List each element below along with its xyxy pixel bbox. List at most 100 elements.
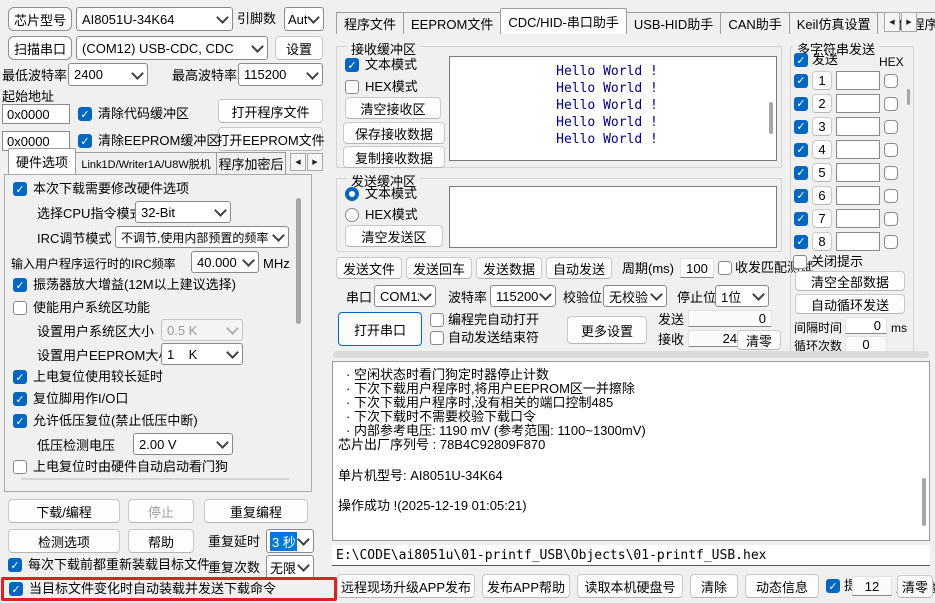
auto-terminator-checkbox[interactable] bbox=[430, 331, 444, 345]
clear-eeprom-checkbox[interactable] bbox=[78, 134, 92, 148]
repeat-count-select[interactable]: 无限 bbox=[266, 555, 314, 579]
multi-row-send-button[interactable]: 6 bbox=[812, 186, 832, 205]
sys-enable-checkbox[interactable] bbox=[13, 301, 27, 315]
modify-hw-checkbox[interactable] bbox=[13, 182, 27, 196]
stop-bits-select[interactable]: 1位 bbox=[715, 285, 769, 307]
cpu-mode-select[interactable]: 32-Bit bbox=[135, 201, 231, 223]
long-delay-checkbox[interactable] bbox=[13, 370, 27, 384]
multi-row-send-button[interactable]: 8 bbox=[812, 232, 832, 251]
tab-keil-sim[interactable]: Keil仿真设置 bbox=[789, 12, 879, 34]
tab-hardware-options[interactable]: 硬件选项 bbox=[8, 148, 76, 174]
left-tabs-scroll-left-icon[interactable]: ◀ bbox=[290, 153, 306, 171]
tab-can[interactable]: CAN助手 bbox=[720, 12, 789, 34]
multi-row-hex-checkbox[interactable] bbox=[884, 97, 898, 111]
lvd-select[interactable]: 2.00 V bbox=[133, 433, 233, 455]
multi-row-checkbox[interactable] bbox=[794, 97, 808, 111]
help-button[interactable]: 帮助 bbox=[128, 529, 194, 553]
auto-open-checkbox[interactable] bbox=[430, 313, 444, 327]
read-disk-id-button[interactable]: 读取本机硬盘号 bbox=[577, 574, 683, 598]
log-textarea[interactable]: · 空闲状态时看门狗定时器停止计数 · 下次下载用户程序时,将用户EEPROM区… bbox=[332, 361, 930, 541]
code-address-input[interactable]: 0x0000 bbox=[2, 104, 70, 124]
parity-select[interactable]: 无校验 bbox=[603, 285, 667, 307]
multi-row-hex-checkbox[interactable] bbox=[884, 189, 898, 203]
lvr-checkbox[interactable] bbox=[13, 414, 27, 428]
success-reset-button[interactable]: 清零 bbox=[897, 575, 933, 598]
multi-row-checkbox[interactable] bbox=[794, 120, 808, 134]
match-test-checkbox[interactable] bbox=[718, 261, 732, 275]
reload-file-checkbox[interactable] bbox=[8, 558, 22, 572]
log-scrollbar[interactable] bbox=[922, 478, 926, 526]
multi-panel-scrollbar[interactable] bbox=[907, 89, 910, 105]
settings-button[interactable]: 设置 bbox=[275, 36, 323, 60]
tab-eeprom-file[interactable]: EEPROM文件 bbox=[403, 12, 501, 34]
multi-row-input[interactable] bbox=[836, 163, 880, 182]
chip-model-button[interactable]: 芯片型号 bbox=[8, 7, 72, 31]
autoload-checkbox[interactable] bbox=[9, 582, 23, 596]
multi-row-checkbox[interactable] bbox=[794, 74, 808, 88]
receive-scrollbar[interactable] bbox=[769, 102, 773, 134]
multi-row-input[interactable] bbox=[836, 209, 880, 228]
min-baud-select[interactable]: 2400 bbox=[68, 63, 148, 86]
right-tabs-scroll-right-icon[interactable]: ▶ bbox=[901, 12, 917, 32]
multi-row-input[interactable] bbox=[836, 117, 880, 136]
right-tabs-scroll-left-icon[interactable]: ◀ bbox=[884, 12, 900, 32]
hardware-panel-scrollbar[interactable] bbox=[296, 198, 301, 324]
copy-recv-button[interactable]: 复制接收数据 bbox=[343, 146, 445, 168]
multi-row-send-button[interactable]: 4 bbox=[812, 140, 832, 159]
app-help-button[interactable]: 发布APP帮助 bbox=[482, 574, 570, 598]
auto-loop-send-button[interactable]: 自动循环发送 bbox=[795, 294, 905, 314]
multi-row-checkbox[interactable] bbox=[794, 143, 808, 157]
more-settings-button[interactable]: 更多设置 bbox=[567, 316, 647, 344]
clear-code-checkbox[interactable] bbox=[78, 107, 92, 121]
recv-hex-mode-checkbox[interactable] bbox=[345, 80, 359, 94]
multi-row-send-button[interactable]: 5 bbox=[812, 163, 832, 182]
pin-count-select[interactable]: Auto bbox=[284, 7, 324, 31]
eeprom-size-select[interactable]: 1 K bbox=[161, 343, 243, 365]
open-eeprom-file-button[interactable]: 打开EEPROM文件 bbox=[218, 127, 323, 151]
multi-row-input[interactable] bbox=[836, 186, 880, 205]
save-recv-button[interactable]: 保存接收数据 bbox=[343, 122, 445, 144]
clear-button[interactable]: 清除 bbox=[690, 574, 738, 598]
irc-mode-select[interactable]: 不调节,使用内部预置的频率 bbox=[115, 226, 289, 248]
irc-freq-select[interactable]: 40.000 bbox=[191, 251, 259, 273]
close-tip-checkbox[interactable] bbox=[793, 255, 807, 269]
receive-textarea[interactable]: Hello World ! Hello World ! Hello World … bbox=[449, 56, 777, 161]
multi-row-checkbox[interactable] bbox=[794, 189, 808, 203]
multi-row-hex-checkbox[interactable] bbox=[884, 120, 898, 134]
multi-row-hex-checkbox[interactable] bbox=[884, 212, 898, 226]
tab-usb-hid[interactable]: USB-HID助手 bbox=[626, 12, 721, 34]
auto-send-button[interactable]: 自动发送 bbox=[546, 257, 612, 279]
send-cr-button[interactable]: 发送回车 bbox=[406, 257, 472, 279]
tab-cdc-hid-serial[interactable]: CDC/HID-串口助手 bbox=[500, 8, 627, 34]
clear-recv-button[interactable]: 清空接收区 bbox=[345, 97, 441, 119]
multi-send-checkbox[interactable] bbox=[794, 53, 808, 67]
multi-row-input[interactable] bbox=[836, 71, 880, 90]
clear-all-data-button[interactable]: 清空全部数据 bbox=[795, 271, 905, 291]
max-baud-select[interactable]: 115200 bbox=[238, 63, 323, 86]
left-tabs-scroll-right-icon[interactable]: ▶ bbox=[307, 153, 323, 171]
watchdog-checkbox[interactable] bbox=[13, 460, 27, 474]
multi-row-checkbox[interactable] bbox=[794, 212, 808, 226]
interval-input[interactable]: 0 bbox=[845, 317, 887, 334]
multi-row-input[interactable] bbox=[836, 94, 880, 113]
repeat-delay-select[interactable]: 3 秒 bbox=[266, 529, 314, 553]
scan-port-button[interactable]: 扫描串口 bbox=[8, 36, 72, 60]
tab-offline-writer[interactable]: Link1D/Writer1A/U8W脱机 bbox=[75, 152, 217, 174]
osc-gain-checkbox[interactable] bbox=[13, 278, 27, 292]
period-input[interactable]: 100 bbox=[680, 258, 714, 278]
multi-row-hex-checkbox[interactable] bbox=[884, 143, 898, 157]
open-program-file-button[interactable]: 打开程序文件 bbox=[218, 99, 323, 123]
tab-program-encrypt[interactable]: 程序加密后 bbox=[216, 152, 286, 174]
multi-row-send-button[interactable]: 3 bbox=[812, 117, 832, 136]
chip-model-select[interactable]: AI8051U-34K64 bbox=[76, 7, 233, 31]
serial-com-select[interactable]: COM12 bbox=[374, 285, 436, 307]
remote-upgrade-button[interactable]: 远程现场升级APP发布 bbox=[337, 574, 475, 598]
send-data-button[interactable]: 发送数据 bbox=[476, 257, 542, 279]
recv-text-mode-checkbox[interactable] bbox=[345, 58, 359, 72]
horizontal-scrollbar[interactable] bbox=[333, 351, 929, 358]
multi-row-input[interactable] bbox=[836, 232, 880, 251]
multi-row-checkbox[interactable] bbox=[794, 166, 808, 180]
tab-program-file[interactable]: 程序文件 bbox=[336, 12, 404, 34]
reset-io-checkbox[interactable] bbox=[13, 392, 27, 406]
send-file-button[interactable]: 发送文件 bbox=[336, 257, 402, 279]
